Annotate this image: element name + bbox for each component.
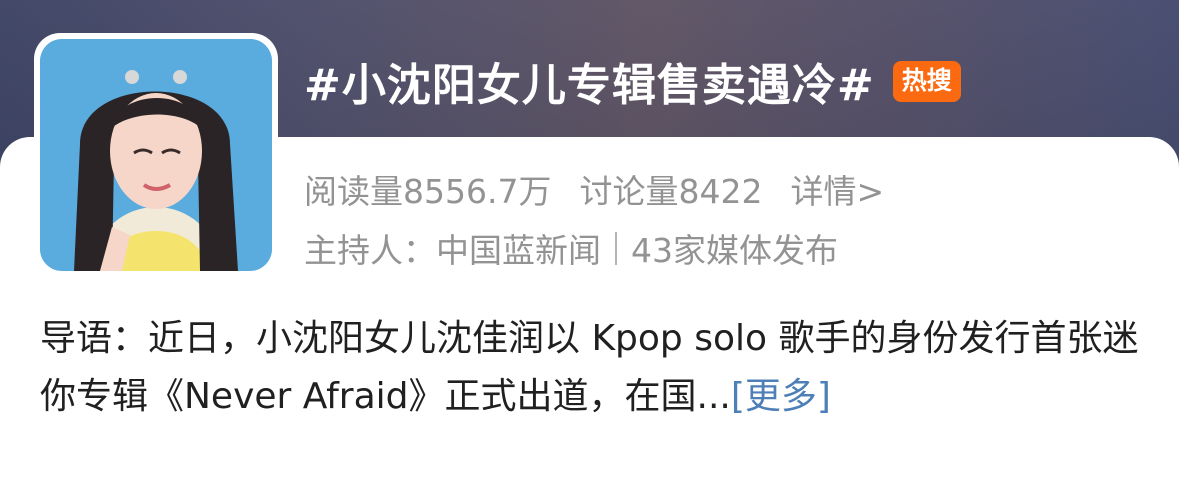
topic-page: #小沈阳女儿专辑售卖遇冷# 热搜 阅读量8556.7万 讨论量8422 详情> … bbox=[0, 0, 1179, 497]
discussion-count: 讨论量8422 bbox=[579, 172, 763, 211]
topic-avatar bbox=[40, 39, 272, 271]
topic-avatar-frame[interactable] bbox=[34, 33, 278, 277]
host-label[interactable]: 主持人：中国蓝新闻 bbox=[304, 224, 601, 272]
hot-badge: 热搜 bbox=[892, 60, 961, 102]
intro-text: 导语：近日，小沈阳女儿沈佳润以 Kpop solo 歌手的身份发行首张迷你专辑《… bbox=[40, 318, 1139, 417]
divider bbox=[615, 231, 617, 265]
topic-stats: 阅读量8556.7万 讨论量8422 详情> bbox=[304, 165, 884, 213]
topic-intro: 导语：近日，小沈阳女儿沈佳润以 Kpop solo 歌手的身份发行首张迷你专辑《… bbox=[40, 310, 1140, 426]
topic-host-info: 主持人：中国蓝新闻 43家媒体发布 bbox=[304, 224, 838, 272]
read-count: 阅读量8556.7万 bbox=[304, 172, 552, 211]
more-link[interactable]: [更多] bbox=[731, 376, 831, 417]
details-link[interactable]: 详情> bbox=[790, 165, 884, 213]
media-count[interactable]: 43家媒体发布 bbox=[631, 224, 838, 272]
topic-title-row: #小沈阳女儿专辑售卖遇冷# 热搜 bbox=[304, 50, 961, 112]
topic-title: #小沈阳女儿专辑售卖遇冷# bbox=[304, 60, 875, 111]
